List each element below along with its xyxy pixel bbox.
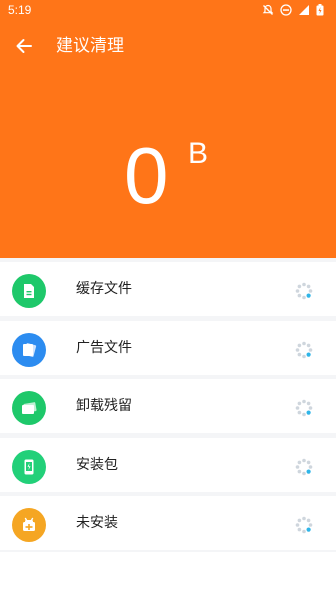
list-item-label: 未安装 [76, 515, 118, 531]
status-time: 5:19 [8, 3, 32, 17]
status-bar: 5:19 [0, 0, 336, 24]
back-button[interactable] [12, 34, 36, 58]
loading-spinner-icon [294, 515, 314, 535]
header: 5:19 建议清理 0 B [0, 0, 336, 258]
cleanup-list: 缓存文件 广告文件 卸载残留 安装包 未安装 [0, 262, 336, 555]
bottom-area [0, 552, 336, 597]
arrow-left-icon [16, 39, 32, 53]
cache-file-icon [12, 274, 46, 308]
loading-spinner-icon [294, 281, 314, 301]
list-item-label: 安装包 [76, 456, 118, 473]
app-bar: 建议清理 [0, 24, 336, 68]
loading-spinner-icon [294, 398, 314, 418]
list-item-label: 缓存文件 [76, 281, 132, 297]
cleanable-size: 0 B [0, 126, 336, 226]
not-installed-icon [12, 508, 46, 542]
notifications-off-icon [262, 4, 274, 16]
list-item-not-installed[interactable]: 未安装 [0, 496, 336, 550]
battery-charging-icon [316, 4, 328, 16]
list-item-cache-files[interactable]: 缓存文件 [0, 262, 336, 316]
page-title: 建议清理 [56, 36, 124, 56]
size-unit: B [188, 137, 209, 170]
size-value: 0 [124, 131, 169, 220]
list-item-ad-files[interactable]: 广告文件 [0, 320, 336, 375]
loading-spinner-icon [294, 457, 314, 477]
list-item-label: 广告文件 [76, 339, 132, 356]
signal-icon [298, 4, 310, 16]
list-item-install-packages[interactable]: 安装包 [0, 437, 336, 492]
ad-file-icon [12, 332, 46, 367]
loading-spinner-icon [294, 340, 314, 360]
status-icons [262, 4, 328, 16]
list-item-label: 卸载残留 [76, 398, 132, 414]
list-item-uninstall-residue[interactable]: 卸载残留 [0, 379, 336, 433]
apk-package-icon [12, 449, 46, 484]
uninstall-residue-icon [12, 391, 46, 425]
do-not-disturb-icon [280, 4, 292, 16]
